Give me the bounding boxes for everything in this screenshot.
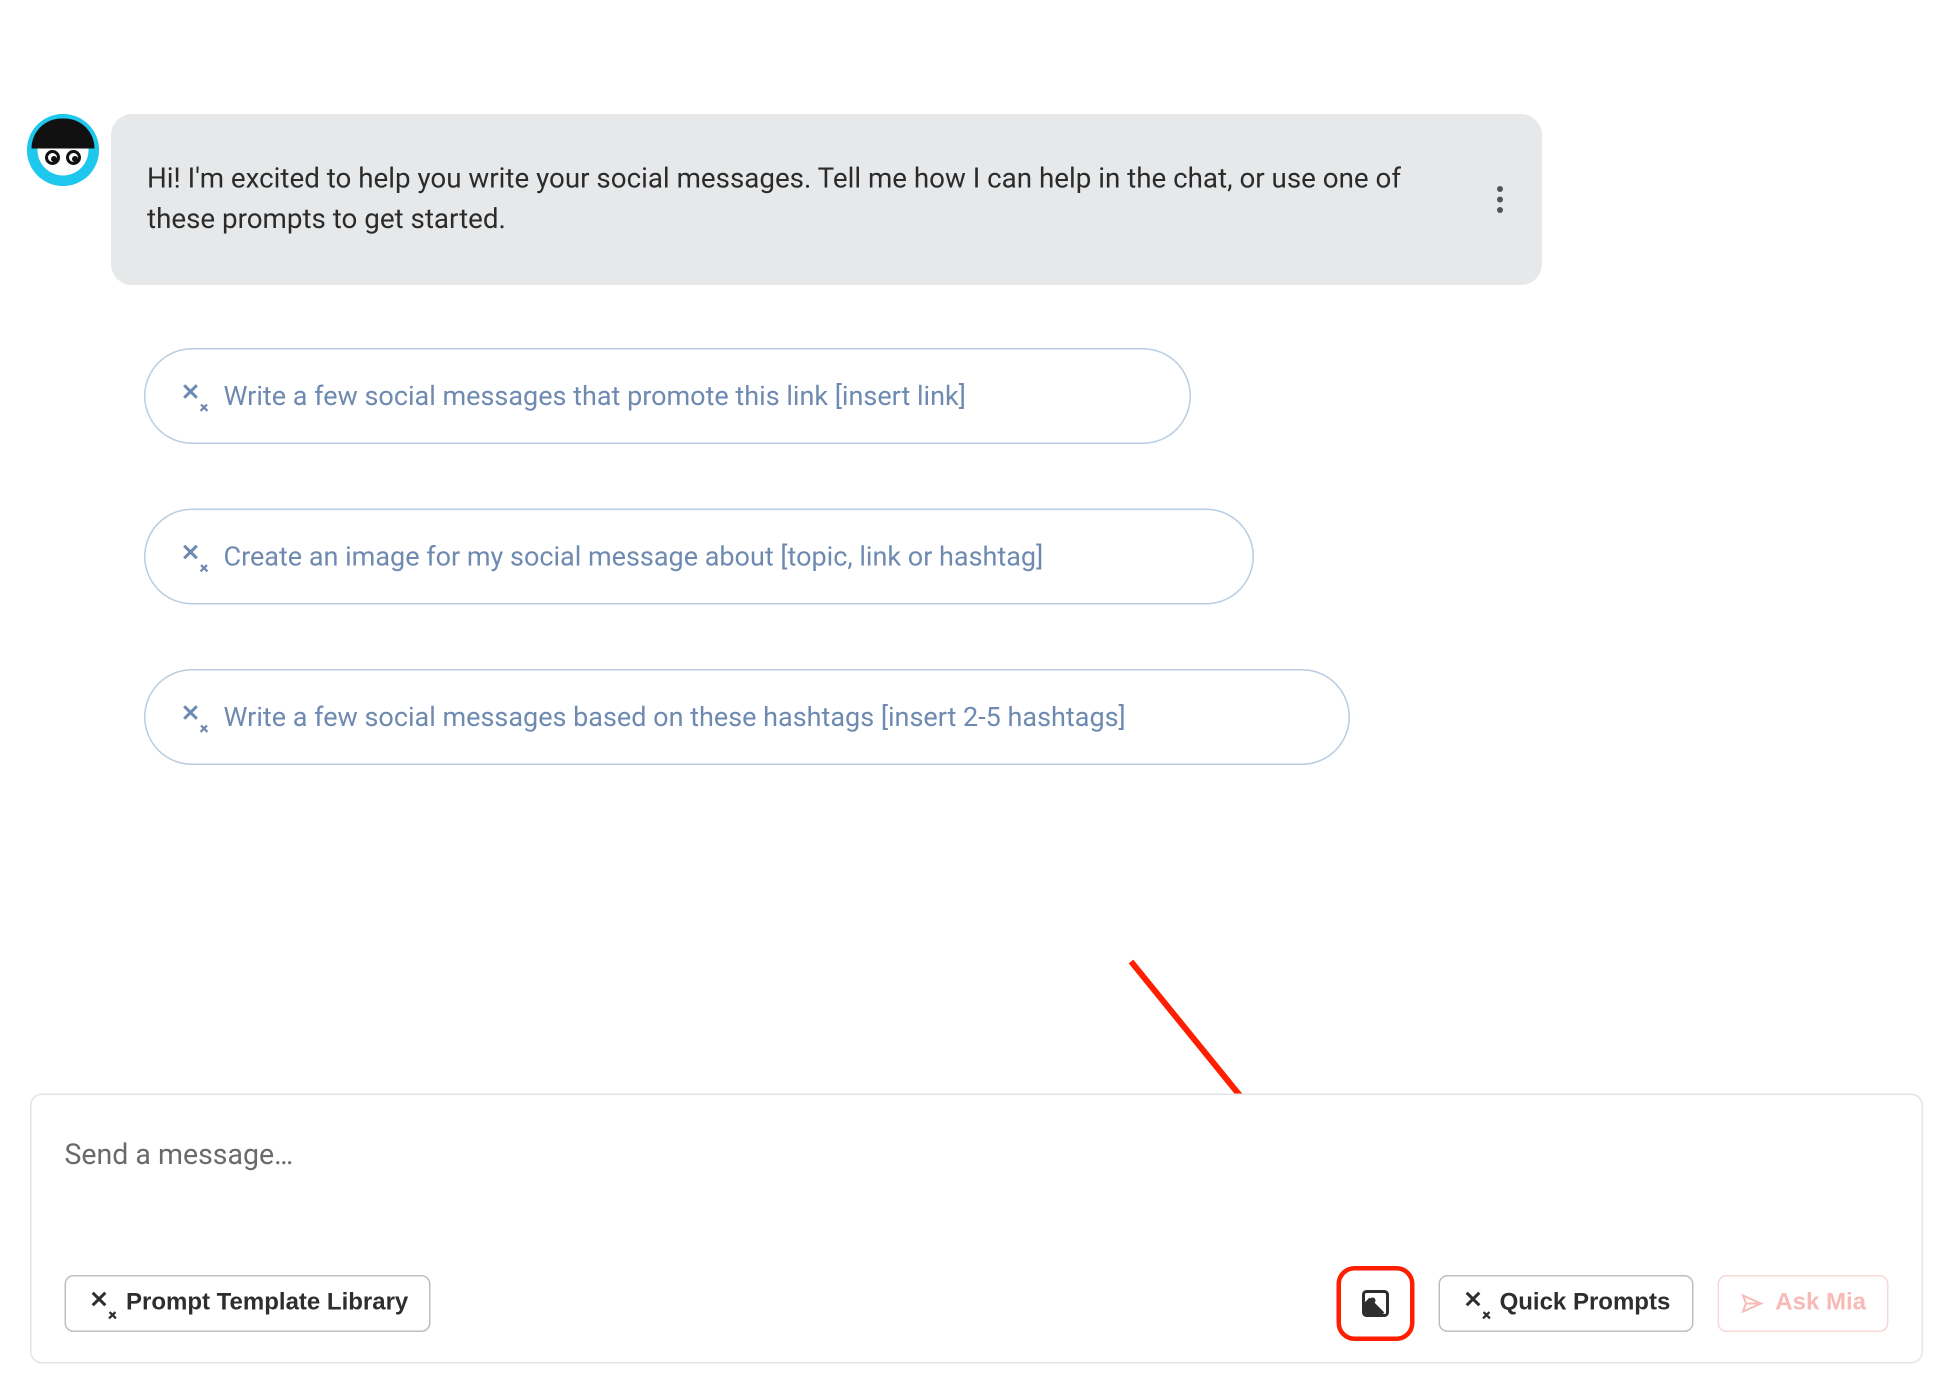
sparkle-icon	[179, 704, 206, 731]
quick-prompts-button[interactable]: Quick Prompts	[1438, 1275, 1693, 1332]
prompt-chip-3[interactable]: Write a few social messages based on the…	[144, 669, 1350, 765]
send-icon	[1739, 1292, 1763, 1316]
quick-prompts-label: Quick Prompts	[1500, 1290, 1671, 1317]
prompt-chip-label: Write a few social messages based on the…	[224, 701, 1126, 733]
prompt-chip-2[interactable]: Create an image for my social message ab…	[144, 509, 1254, 605]
message-input-placeholder: Send a message…	[65, 1137, 294, 1172]
assistant-message-bubble: Hi! I'm excited to help you write your s…	[111, 114, 1542, 284]
ask-mia-label: Ask Mia	[1775, 1290, 1866, 1317]
sparkle-icon	[87, 1290, 114, 1317]
sparkle-icon	[179, 383, 206, 410]
message-input[interactable]: Send a message…	[65, 1137, 1889, 1172]
prompt-chip-1[interactable]: Write a few social messages that promote…	[144, 348, 1191, 444]
prompt-template-library-button[interactable]: Prompt Template Library	[65, 1275, 431, 1332]
prompt-chip-label: Write a few social messages that promote…	[224, 380, 966, 412]
prompt-template-library-label: Prompt Template Library	[126, 1290, 408, 1317]
message-more-button[interactable]	[1485, 181, 1515, 217]
assistant-avatar	[27, 114, 99, 186]
composer: Send a message… Prompt Template Library …	[30, 1094, 1923, 1364]
image-icon	[1362, 1290, 1389, 1317]
sparkle-icon	[179, 543, 206, 570]
ask-mia-button[interactable]: Ask Mia	[1717, 1275, 1889, 1332]
assistant-message-text: Hi! I'm excited to help you write your s…	[147, 159, 1455, 239]
add-image-button[interactable]	[1336, 1266, 1414, 1341]
sparkle-icon	[1461, 1290, 1488, 1317]
prompt-chip-label: Create an image for my social message ab…	[224, 541, 1044, 573]
